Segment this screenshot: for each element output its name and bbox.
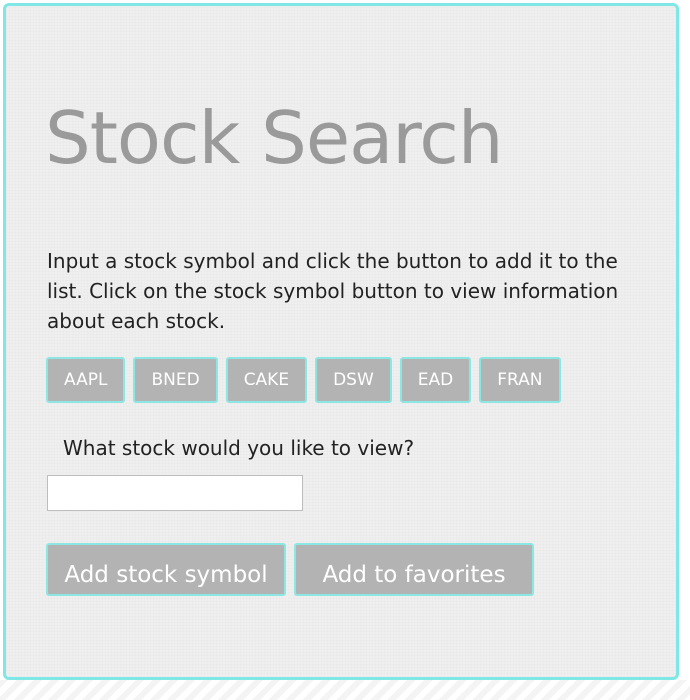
stock-symbol-input[interactable] — [47, 475, 303, 511]
intro-text: Input a stock symbol and click the butto… — [47, 249, 619, 333]
symbol-button-ead[interactable]: EAD — [399, 357, 472, 403]
add-to-favorites-button[interactable]: Add to favorites — [294, 543, 534, 596]
symbol-button-list: AAPL BNED CAKE DSW EAD FRAN — [46, 357, 561, 403]
symbol-button-dsw[interactable]: DSW — [315, 357, 392, 403]
add-stock-symbol-button[interactable]: Add stock symbol — [46, 543, 286, 596]
symbol-button-aapl[interactable]: AAPL — [46, 357, 126, 403]
symbol-button-cake[interactable]: CAKE — [225, 357, 308, 403]
background-pattern — [0, 680, 690, 700]
symbol-button-fran[interactable]: FRAN — [479, 357, 561, 403]
page-title: Stock Search — [45, 96, 504, 180]
stock-question-label: What stock would you like to view? — [63, 436, 415, 460]
symbol-button-bned[interactable]: BNED — [133, 357, 218, 403]
